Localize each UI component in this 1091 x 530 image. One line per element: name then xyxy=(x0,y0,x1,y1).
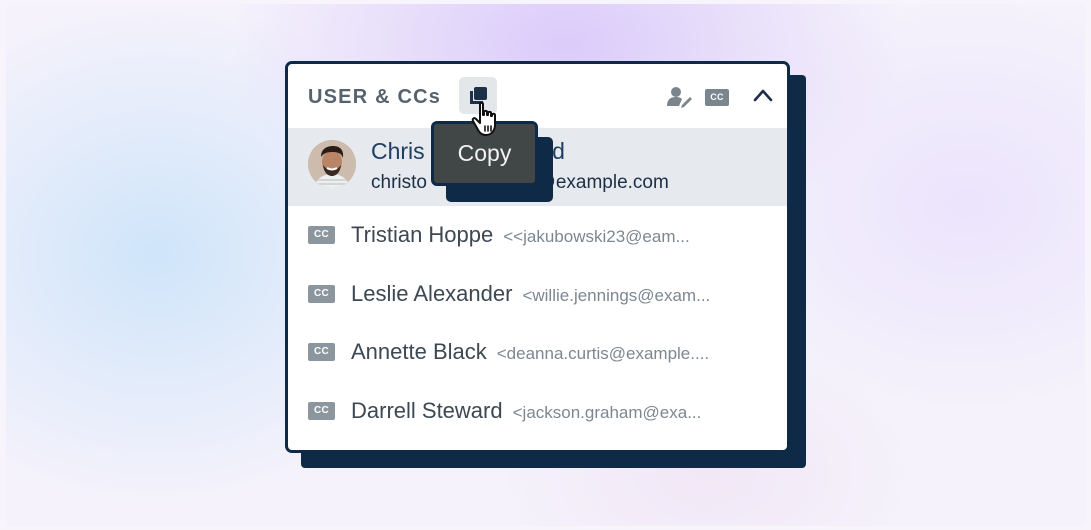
cc-list-item[interactable]: CC Leslie Alexander <willie.jennings@exam… xyxy=(288,265,787,324)
cc-entry-text: Tristian Hoppe <<jakubowski23@eam... xyxy=(351,222,690,248)
cc-icon: CC xyxy=(308,401,335,420)
cc-entry-text: Leslie Alexander <willie.jennings@exam... xyxy=(351,281,710,307)
cc-list-item[interactable]: CC Annette Black <deanna.curtis@example..… xyxy=(288,323,787,382)
add-cc-icon[interactable]: CC xyxy=(705,89,729,106)
cc-icon: CC xyxy=(308,226,335,244)
avatar xyxy=(308,140,356,188)
cc-name: Darrell Steward xyxy=(351,397,503,423)
cc-name: Tristian Hoppe xyxy=(351,222,494,247)
cc-badge-label: CC xyxy=(313,229,330,240)
cc-entry-text: Darrell Steward <jackson.graham@exa... xyxy=(351,398,701,424)
cc-list-item[interactable]: CC Darrell Steward <jackson.graham@exa... xyxy=(288,382,787,441)
cc-email: <<jakubowski23@eam... xyxy=(503,227,690,246)
copy-icon-front xyxy=(474,87,487,100)
cc-email: <willie.jennings@exam... xyxy=(522,285,711,305)
cc-email: <deanna.curtis@example.... xyxy=(496,344,710,363)
user-ccs-panel: USER & CCs CC Chris christo d@example.co… xyxy=(285,61,790,453)
cc-list: CC Tristian Hoppe <<jakubowski23@eam... C… xyxy=(288,206,787,440)
cc-badge-label: CC xyxy=(313,346,330,357)
cc-icon: CC xyxy=(308,343,335,361)
cc-entry-text: Annette Black <deanna.curtis@example.... xyxy=(351,339,709,365)
cc-name: Leslie Alexander xyxy=(351,280,513,306)
cc-icon-label: CC xyxy=(710,92,724,102)
pointer-hand-cursor-icon xyxy=(471,101,496,136)
panel-header: USER & CCs CC xyxy=(288,64,787,128)
cc-list-item[interactable]: CC Tristian Hoppe <<jakubowski23@eam... xyxy=(288,206,787,265)
cc-name: Annette Black xyxy=(351,339,487,364)
cc-badge-label: CC xyxy=(313,287,330,299)
user-edit-icon[interactable] xyxy=(667,86,693,108)
cc-badge-label: CC xyxy=(313,404,330,416)
tooltip-label: Copy xyxy=(457,140,512,166)
panel-title: USER & CCs xyxy=(308,86,442,108)
chevron-up-icon[interactable] xyxy=(753,88,773,102)
cc-icon: CC xyxy=(308,284,335,303)
cc-email: <jackson.graham@exa... xyxy=(512,402,702,422)
